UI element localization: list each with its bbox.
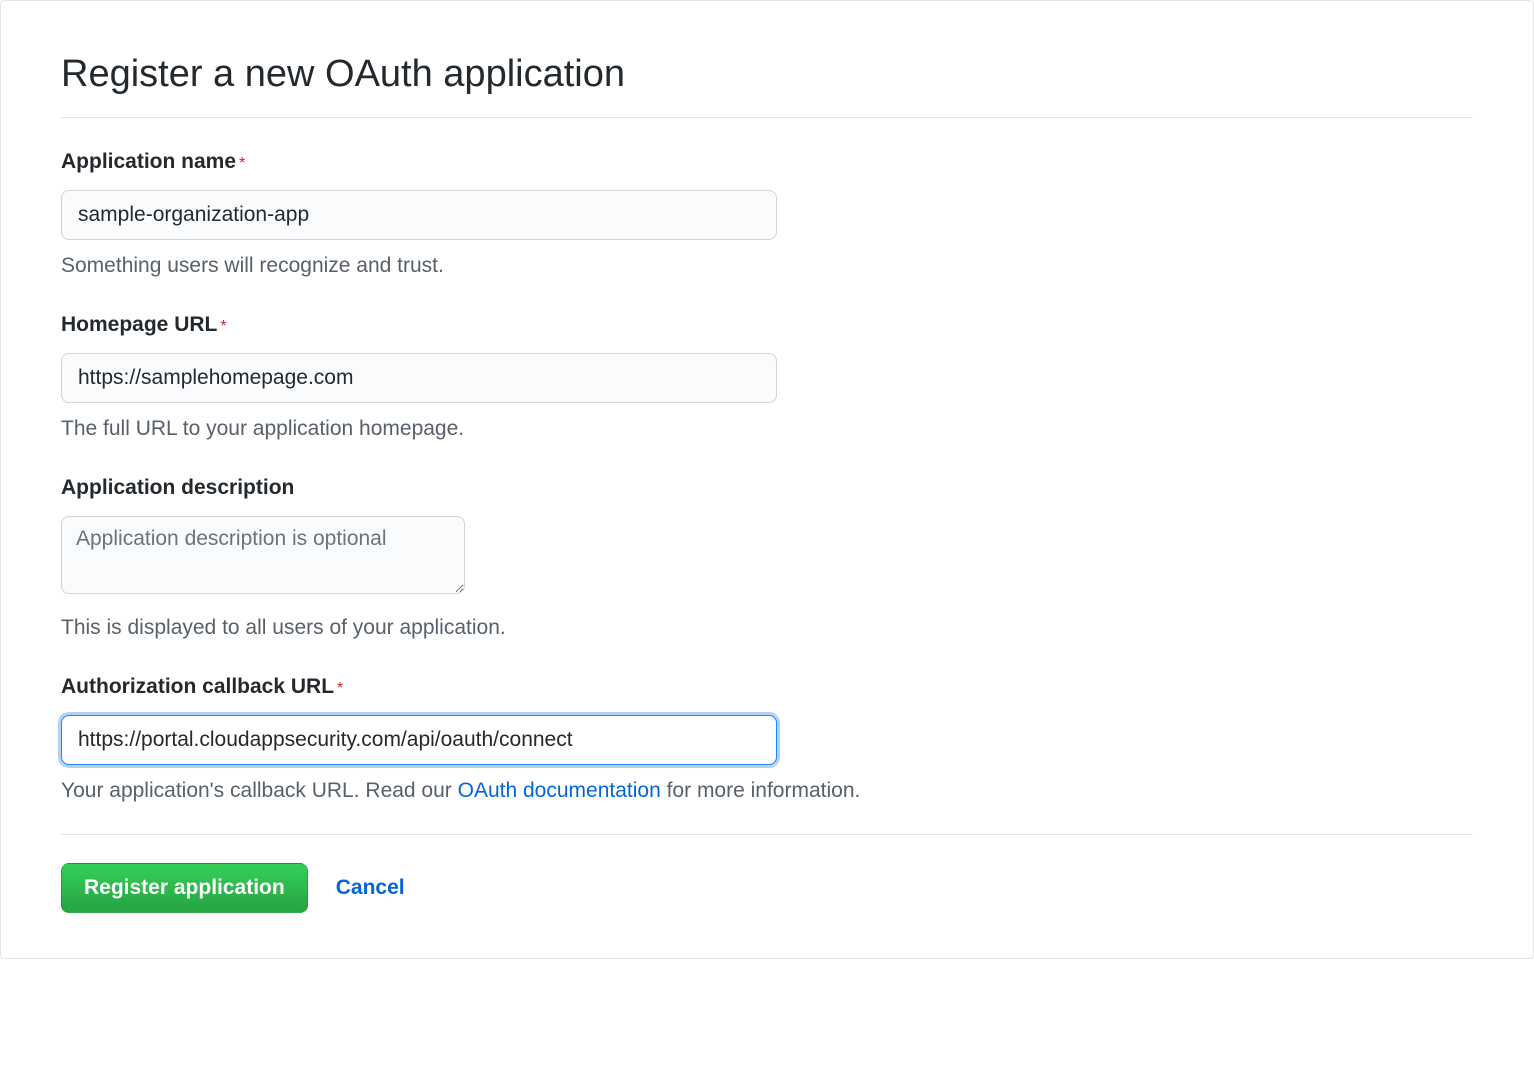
required-marker: * [220,318,226,335]
app-description-label: Application description [61,476,294,499]
register-application-button[interactable]: Register application [61,863,308,913]
form-group-app-description: Application description This is displaye… [61,472,1473,643]
cancel-link[interactable]: Cancel [336,872,405,904]
form-group-homepage-url: Homepage URL* The full URL to your appli… [61,309,1473,444]
app-name-input[interactable] [61,190,777,240]
homepage-url-input[interactable] [61,353,777,403]
callback-help-suffix: for more information. [661,779,861,802]
form-group-app-name: Application name* Something users will r… [61,146,1473,281]
page-title: Register a new OAuth application [61,46,1473,103]
app-name-label: Application name [61,150,236,173]
actions-row: Register application Cancel [61,863,1473,913]
callback-help-prefix: Your application's callback URL. Read ou… [61,779,458,802]
required-marker: * [239,155,245,172]
app-description-help: This is displayed to all users of your a… [61,612,1473,644]
callback-url-help: Your application's callback URL. Read ou… [61,775,1473,807]
divider-bottom [61,834,1473,835]
callback-url-input[interactable] [61,715,777,765]
callback-url-label: Authorization callback URL [61,675,334,698]
required-marker: * [337,680,343,697]
divider-top [61,117,1473,118]
homepage-url-help: The full URL to your application homepag… [61,413,1473,445]
form-group-callback-url: Authorization callback URL* Your applica… [61,671,1473,806]
form-container: Register a new OAuth application Applica… [0,0,1534,959]
homepage-url-label: Homepage URL [61,313,217,336]
app-name-help: Something users will recognize and trust… [61,250,1473,282]
oauth-documentation-link[interactable]: OAuth documentation [458,779,661,802]
app-description-textarea[interactable] [61,516,465,594]
